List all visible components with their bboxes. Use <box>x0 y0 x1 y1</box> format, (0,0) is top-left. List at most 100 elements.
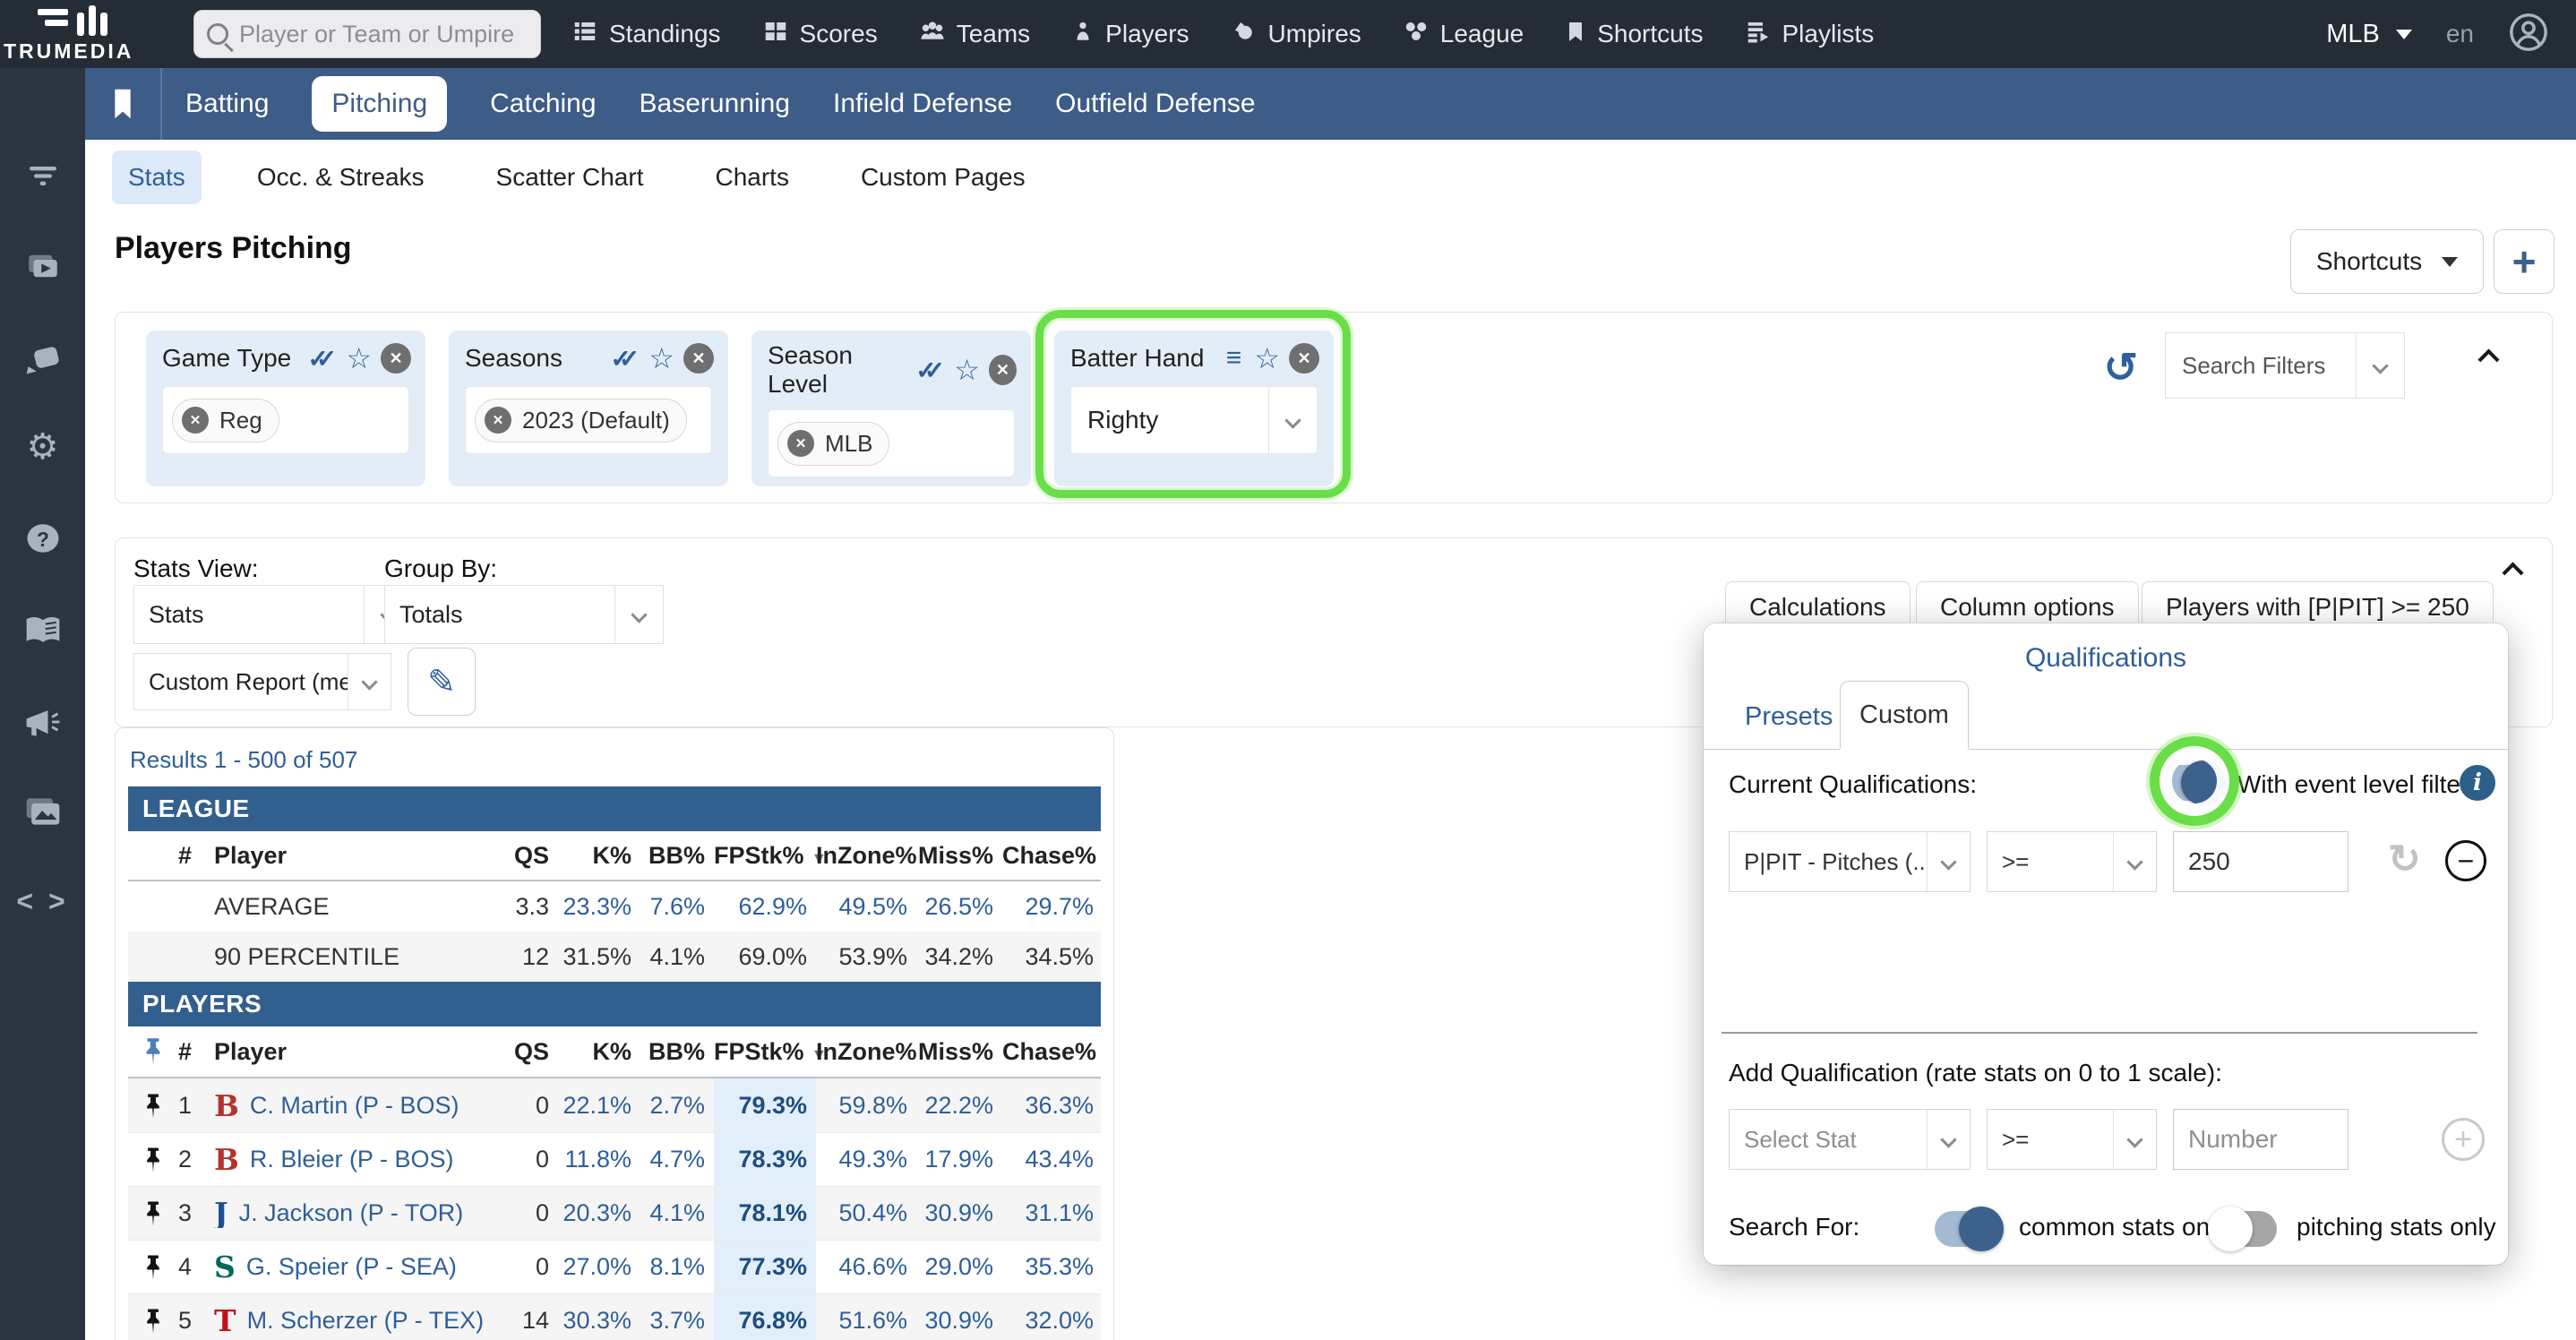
player-link[interactable]: M. Scherzer (P - TEX) <box>247 1307 485 1335</box>
event-level-filters-toggle[interactable] <box>2157 760 2226 805</box>
shortcuts-button[interactable]: Shortcuts <box>2290 229 2484 294</box>
nav-item-playlists[interactable]: Playlists <box>1745 18 1874 51</box>
pin-column-icon[interactable] <box>128 1037 178 1066</box>
search-filters-select[interactable]: Search Filters <box>2165 332 2405 399</box>
add-qualification-icon[interactable]: + <box>2442 1118 2485 1161</box>
player-row[interactable]: 5 T M. Scherzer (P - TEX) 14 30.3% 3.7% 7… <box>128 1293 1101 1340</box>
nav-item-umpires[interactable]: Umpires <box>1231 18 1361 51</box>
col-inzone[interactable]: InZone% <box>816 1038 917 1066</box>
pin-icon[interactable] <box>128 1200 178 1227</box>
search-input[interactable] <box>239 20 528 48</box>
close-icon[interactable]: ✕ <box>988 355 1017 385</box>
tab-pitching[interactable]: Pitching <box>312 76 448 132</box>
common-stats-toggle[interactable] <box>1935 1207 2004 1251</box>
col-bb[interactable]: BB% <box>640 1038 714 1066</box>
player-link[interactable]: J. Jackson (P - TOR) <box>239 1199 464 1227</box>
edit-report-button[interactable]: ✎ <box>408 648 476 716</box>
pitching-stats-toggle[interactable] <box>2208 1207 2277 1251</box>
qualification-value-input[interactable] <box>2173 831 2348 892</box>
filter-token[interactable]: ✕ MLB <box>777 421 890 466</box>
avatar[interactable] <box>2508 12 2549 57</box>
stats-view-select[interactable]: Stats <box>133 585 413 644</box>
filter-icon[interactable] <box>0 158 85 193</box>
group-by-select[interactable]: Totals <box>384 585 664 644</box>
megaphone-icon[interactable] <box>0 702 85 742</box>
code-icon[interactable]: < > <box>0 885 85 918</box>
player-link[interactable]: R. Bleier (P - BOS) <box>250 1146 454 1173</box>
images-icon[interactable] <box>0 792 85 831</box>
nav-item-standings[interactable]: Standings <box>571 18 721 51</box>
nav-item-league[interactable]: League <box>1403 18 1524 51</box>
star-icon[interactable]: ☆ <box>954 353 980 387</box>
sketch-board-icon[interactable] <box>0 339 85 378</box>
nav-item-shortcuts[interactable]: Shortcuts <box>1565 18 1704 51</box>
col-chase[interactable]: Chase% <box>1002 1038 1103 1066</box>
remove-qualification-icon[interactable]: − <box>2445 840 2486 881</box>
col-miss[interactable]: Miss% <box>916 1038 1002 1066</box>
tab-custom-pages[interactable]: Custom Pages <box>845 150 1042 204</box>
brand-logo[interactable]: TRUMEDIA <box>0 0 179 68</box>
col-inzone[interactable]: InZone% <box>816 842 917 870</box>
list-icon[interactable]: ≡ <box>1226 343 1246 374</box>
close-icon[interactable]: ✕ <box>1289 343 1319 374</box>
player-link[interactable]: G. Speier (P - SEA) <box>246 1253 457 1281</box>
tab-charts[interactable]: Charts <box>699 150 804 204</box>
locale-selector[interactable]: en <box>2446 20 2474 48</box>
close-icon[interactable]: ✕ <box>683 343 714 374</box>
close-icon[interactable]: ✕ <box>381 343 411 374</box>
tab-occ-streaks[interactable]: Occ. & Streaks <box>241 150 441 204</box>
add-operator-select[interactable]: >= <box>1987 1109 2157 1170</box>
remove-token-icon[interactable]: ✕ <box>787 430 814 457</box>
col-rank[interactable]: # <box>178 842 214 870</box>
star-icon[interactable]: ☆ <box>1254 341 1280 375</box>
tab-infield-defense[interactable]: Infield Defense <box>833 89 1012 119</box>
player-link[interactable]: C. Martin (P - BOS) <box>250 1092 459 1120</box>
col-k[interactable]: K% <box>558 842 640 870</box>
col-fpstk[interactable]: FPStk% ▼ <box>714 1038 827 1066</box>
col-fpstk[interactable]: FPStk% ▼ <box>714 842 827 870</box>
nav-item-teams[interactable]: Teams <box>919 18 1030 51</box>
add-value-input[interactable] <box>2173 1109 2348 1170</box>
filter-history-icon[interactable]: ↺ <box>2103 343 2138 391</box>
tab-baserunning[interactable]: Baserunning <box>640 89 790 119</box>
custom-report-select[interactable]: Custom Report (me) <box>133 653 391 710</box>
col-player[interactable]: Player <box>214 1038 501 1066</box>
col-bb[interactable]: BB% <box>640 842 714 870</box>
nav-item-scores[interactable]: Scores <box>762 18 878 51</box>
pin-icon[interactable] <box>128 1254 178 1281</box>
filter-token[interactable]: ✕ Reg <box>172 398 279 442</box>
col-qs[interactable]: QS <box>501 842 558 870</box>
add-stat-select[interactable]: Select Stat <box>1729 1109 1971 1170</box>
collapse-filters-icon[interactable] <box>2477 348 2500 371</box>
league-selector[interactable]: MLB <box>2326 20 2412 49</box>
tab-custom[interactable]: Custom <box>1840 681 1969 750</box>
select-all-icon[interactable]: ✓✓ <box>307 344 337 374</box>
star-icon[interactable]: ☆ <box>648 341 674 375</box>
batter-hand-select[interactable]: Righty <box>1070 386 1318 454</box>
tab-batting[interactable]: Batting <box>185 89 269 119</box>
help-icon[interactable]: ? <box>0 520 85 557</box>
tab-catching[interactable]: Catching <box>490 89 596 119</box>
col-k[interactable]: K% <box>558 1038 640 1066</box>
filter-token[interactable]: ✕ 2023 (Default) <box>475 398 687 442</box>
tab-outfield-defense[interactable]: Outfield Defense <box>1055 89 1255 119</box>
global-search[interactable] <box>193 10 541 58</box>
remove-token-icon[interactable]: ✕ <box>182 407 209 434</box>
qualification-operator-select[interactable]: >= <box>1987 831 2157 892</box>
refresh-icon[interactable]: ↻ <box>2388 837 2421 882</box>
collapse-settings-icon[interactable] <box>2502 562 2524 584</box>
tab-presets[interactable]: Presets <box>1745 702 1833 732</box>
results-count-link[interactable]: Results 1 - 500 of 507 <box>128 741 1101 786</box>
star-icon[interactable]: ☆ <box>346 341 372 375</box>
tab-scatter-chart[interactable]: Scatter Chart <box>480 150 660 204</box>
tab-stats[interactable]: Stats <box>112 150 202 204</box>
pin-icon[interactable] <box>128 1093 178 1120</box>
add-shortcut-button[interactable]: + <box>2494 229 2555 294</box>
col-player[interactable]: Player <box>214 842 501 870</box>
bookmark-icon[interactable] <box>85 88 160 120</box>
book-icon[interactable] <box>0 611 85 650</box>
info-icon[interactable]: i <box>2460 765 2495 801</box>
col-rank[interactable]: # <box>178 1038 214 1066</box>
nav-item-players[interactable]: Players <box>1071 18 1189 51</box>
qualification-stat-select[interactable]: P|PIT - Pitches (... <box>1729 831 1971 892</box>
